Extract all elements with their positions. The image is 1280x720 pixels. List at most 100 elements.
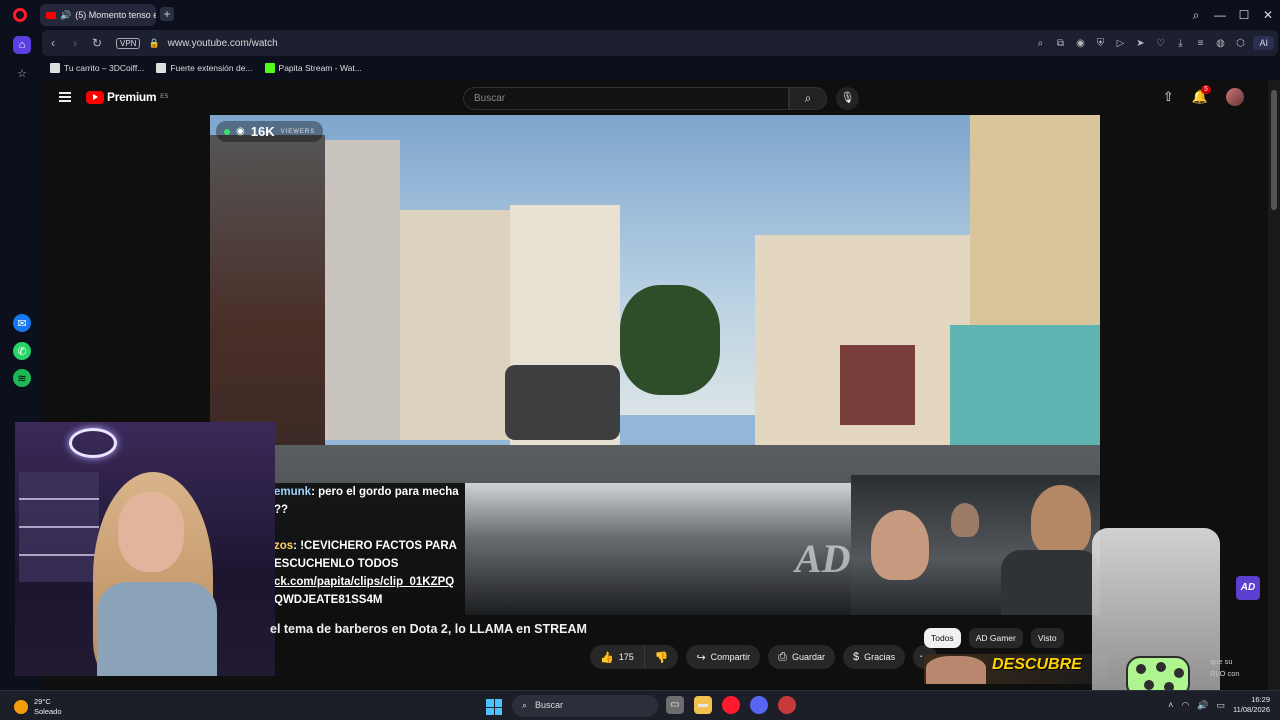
upload-icon[interactable]: ⇧	[1163, 89, 1174, 105]
lock-icon[interactable]: 🔒	[148, 38, 159, 49]
clock[interactable]: 16:29 11/08/2026	[1233, 695, 1270, 715]
recommendation-filters: Todos AD Gamer Visto	[924, 628, 1064, 648]
save-button[interactable]: ⎙ Guardar	[768, 645, 836, 669]
speaker-icon[interactable]: 🔊	[60, 10, 71, 21]
video-person	[1031, 485, 1091, 555]
url-field[interactable]: www.youtube.com/watch	[168, 38, 278, 49]
adblock-icon[interactable]: ⛨	[1093, 38, 1107, 49]
chip-watched[interactable]: Visto	[1030, 628, 1064, 648]
chat-line: ck.com/papita/clips/clip_01KZPQ	[274, 576, 455, 588]
file-explorer-icon[interactable]: ▬	[694, 696, 712, 714]
volume-icon[interactable]: 🔊	[1197, 700, 1208, 711]
video-building	[400, 210, 520, 440]
video-player[interactable]: ◉ 16K VIEWERS AD emunk: pero el gordo pa…	[210, 115, 1100, 615]
youtube-header: Premium ES Buscar ⌕ 🎙 ⇧ 🔔 5	[42, 80, 1268, 116]
youtube-logo[interactable]: Premium ES	[86, 90, 168, 104]
find-icon[interactable]: ⌕	[1033, 38, 1047, 49]
system-tray: ˄ ◠ 🔊 ▭ 16:29 11/08/2026	[1168, 695, 1270, 715]
chip-channel[interactable]: AD Gamer	[968, 628, 1023, 648]
video-person	[871, 510, 929, 580]
close-button[interactable]: ✕	[1256, 8, 1280, 22]
chevron-up-icon[interactable]: ˄	[1168, 700, 1173, 710]
spotify-icon[interactable]: ≋	[13, 369, 31, 387]
search-tabs-icon[interactable]: ⌕	[1184, 8, 1208, 23]
address-bar: ‹ › ↻ VPN 🔒 www.youtube.com/watch ⌕ ⧉ ◉ …	[42, 30, 1278, 56]
weather-widget[interactable]: 29°C Soleado	[14, 697, 62, 717]
vpn-badge[interactable]: VPN	[116, 37, 141, 49]
bookmark-item[interactable]: Tu carrito – 3DCoiff...	[50, 63, 144, 73]
maximize-button[interactable]: ☐	[1232, 8, 1256, 22]
back-button[interactable]: ‹	[42, 36, 64, 50]
thumbs-down-icon: 👎	[654, 651, 669, 664]
discord-icon[interactable]	[750, 696, 768, 714]
streamer-face	[118, 492, 184, 572]
video-watermark: AD	[795, 536, 851, 581]
address-bar-row: ‹ › ↻ VPN 🔒 www.youtube.com/watch ⌕ ⧉ ◉ …	[42, 30, 1280, 56]
bookmark-item[interactable]: Papita Stream - Wat...	[264, 63, 362, 73]
home-icon[interactable]: ⌂	[13, 36, 31, 54]
whatsapp-icon[interactable]: ✆	[13, 342, 31, 360]
start-button[interactable]	[486, 699, 502, 715]
chat-line: QWDJEATE81SS4M	[274, 594, 383, 606]
search-button[interactable]: ⌕	[789, 87, 827, 110]
tab-title: (5) Momento tenso e	[75, 10, 156, 20]
chip-all[interactable]: Todos	[924, 628, 961, 648]
hamburger-menu-icon[interactable]	[59, 92, 71, 102]
bookmarks-bar: Tu carrito – 3DCoiff... Fuerte extensión…	[42, 56, 1280, 80]
streamer-top	[97, 582, 217, 676]
new-tab-button[interactable]: +	[160, 7, 174, 21]
send-icon[interactable]: ➤	[1133, 38, 1147, 49]
speed-dial-icon[interactable]: ☆	[13, 64, 31, 82]
bookmark-icon: ⎙	[778, 650, 787, 663]
page-scrollbar[interactable]	[1268, 80, 1280, 690]
viewer-count-badge: ◉ 16K VIEWERS	[216, 121, 324, 142]
download-icon[interactable]: ⤓	[1173, 38, 1187, 49]
voice-search-icon[interactable]: 🎙	[836, 87, 859, 110]
reload-button[interactable]: ↻	[86, 36, 108, 50]
live-dot-icon	[224, 128, 230, 135]
extension-icon[interactable]: ⬡	[1233, 38, 1247, 49]
open-app-icon[interactable]: ⧉	[1053, 38, 1067, 49]
scrollbar-thumb[interactable]	[1271, 90, 1277, 210]
video-building-left	[210, 135, 325, 455]
screen: 🔊 (5) Momento tenso e + ⌕ — ☐ ✕ ⌂ ☆ ✉ ✆ …	[0, 0, 1280, 720]
minimize-button[interactable]: —	[1208, 8, 1232, 22]
bookmark-favicon-icon	[156, 63, 167, 73]
ai-button[interactable]: AI	[1253, 36, 1274, 50]
chat-line: emunk: pero el gordo para mecha	[274, 486, 459, 498]
task-view-icon[interactable]: ▭	[666, 696, 684, 714]
avatar[interactable]	[1226, 88, 1244, 106]
youtube-header-actions: ⇧ 🔔 5	[1163, 85, 1244, 106]
bookmark-item[interactable]: Fuerte extensión de...	[156, 63, 253, 73]
wifi-icon[interactable]: ◠	[1181, 700, 1189, 711]
thanks-button[interactable]: $ Gracias	[843, 645, 906, 669]
video-actions: 👍175 👎 ↪Compartir ⎙Guardar $Gracias ⋯	[590, 645, 938, 669]
dislike-button[interactable]: 👎	[644, 645, 679, 669]
streamer-webcam	[15, 422, 275, 676]
app-icon[interactable]	[778, 696, 796, 714]
taskbar-search[interactable]: ⌕ Buscar	[512, 695, 658, 717]
recommended-video-thumbnail[interactable]: DESCUBRE	[924, 654, 1108, 684]
like-dislike-group: 👍 175 👎	[590, 645, 679, 669]
messenger-icon[interactable]: ✉	[13, 314, 31, 332]
browser-tab[interactable]: 🔊 (5) Momento tenso e	[40, 4, 156, 26]
heart-icon[interactable]: ♡	[1153, 38, 1167, 49]
notifications-icon[interactable]: 🔔 5	[1192, 85, 1211, 105]
search-input[interactable]: Buscar	[463, 87, 789, 110]
share-button[interactable]: ↪ Compartir	[686, 645, 761, 669]
battery-icon[interactable]: ▭	[1217, 700, 1226, 711]
opera-taskbar-icon[interactable]	[722, 696, 740, 714]
like-button[interactable]: 👍 175	[590, 645, 645, 669]
forward-button[interactable]: ›	[64, 36, 86, 50]
browser-titlebar: 🔊 (5) Momento tenso e + ⌕ — ☐ ✕	[0, 0, 1280, 30]
opera-logo-icon[interactable]	[0, 0, 40, 30]
video-inset-camera	[851, 475, 1100, 615]
streamer-shelf	[19, 472, 99, 582]
ad-gamer-logo: AD	[1236, 576, 1260, 600]
player-icon[interactable]: ▷	[1113, 38, 1127, 49]
video-car	[505, 365, 620, 440]
menu-icon[interactable]: ≡	[1193, 38, 1207, 49]
profile-icon[interactable]: ◍	[1213, 38, 1227, 49]
snapshot-icon[interactable]: ◉	[1073, 38, 1087, 49]
thumbnail-face	[926, 656, 986, 684]
